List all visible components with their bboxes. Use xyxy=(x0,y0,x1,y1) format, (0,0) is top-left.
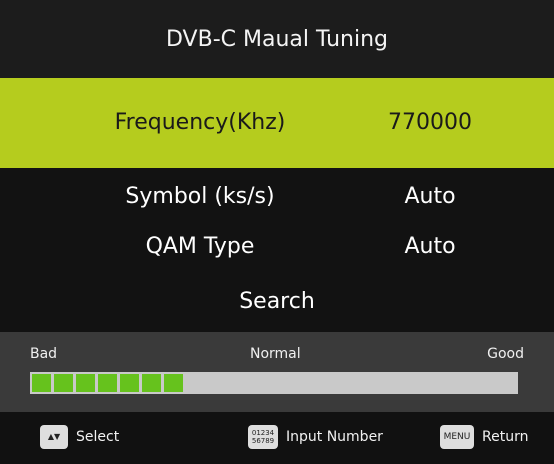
signal-quality-bar xyxy=(30,372,518,394)
signal-quality-panel: Bad Normal Good xyxy=(0,332,554,412)
dialog-title: DVB-C Maual Tuning xyxy=(166,26,388,52)
signal-segment xyxy=(76,374,95,392)
signal-normal-label: Normal xyxy=(250,346,301,362)
number-keys-icon: 01234 56789 xyxy=(248,425,278,449)
signal-bad-label: Bad xyxy=(30,346,58,362)
input-number-hint-label: Input Number xyxy=(286,429,383,445)
search-button[interactable]: Search xyxy=(0,274,554,330)
frequency-value[interactable]: 770000 xyxy=(330,78,530,168)
signal-segment xyxy=(32,374,51,392)
signal-segment xyxy=(120,374,139,392)
qam-type-row[interactable]: QAM Type Auto xyxy=(0,218,554,276)
select-hint: ▲▼ Select xyxy=(40,425,119,449)
number-keys-line2: 56789 xyxy=(251,437,275,445)
return-hint: MENU Return xyxy=(440,425,528,449)
signal-segment xyxy=(164,374,183,392)
select-hint-label: Select xyxy=(76,429,120,445)
qam-type-value[interactable]: Auto xyxy=(330,218,530,276)
dvbc-manual-tuning-dialog: DVB-C Maual Tuning Frequency(Khz) 770000… xyxy=(0,0,554,464)
key-hints-bar: ▲▼ Select 01234 56789 Input Number MENU … xyxy=(0,412,554,464)
signal-good-label: Good xyxy=(487,346,524,362)
tuning-settings-list: Frequency(Khz) 770000 Symbol (ks/s) Auto… xyxy=(0,78,554,332)
number-keys-line1: 01234 xyxy=(251,429,275,437)
signal-segment xyxy=(98,374,117,392)
frequency-row[interactable]: Frequency(Khz) 770000 xyxy=(0,78,554,168)
input-number-hint: 01234 56789 Input Number xyxy=(248,425,383,449)
signal-quality-fill xyxy=(32,374,183,392)
dialog-header: DVB-C Maual Tuning xyxy=(0,0,554,78)
up-down-arrow-icon: ▲▼ xyxy=(40,425,68,449)
return-hint-label: Return xyxy=(482,429,529,445)
menu-key-icon: MENU xyxy=(440,425,474,449)
signal-segment xyxy=(54,374,73,392)
search-label: Search xyxy=(239,289,315,314)
signal-segment xyxy=(142,374,161,392)
